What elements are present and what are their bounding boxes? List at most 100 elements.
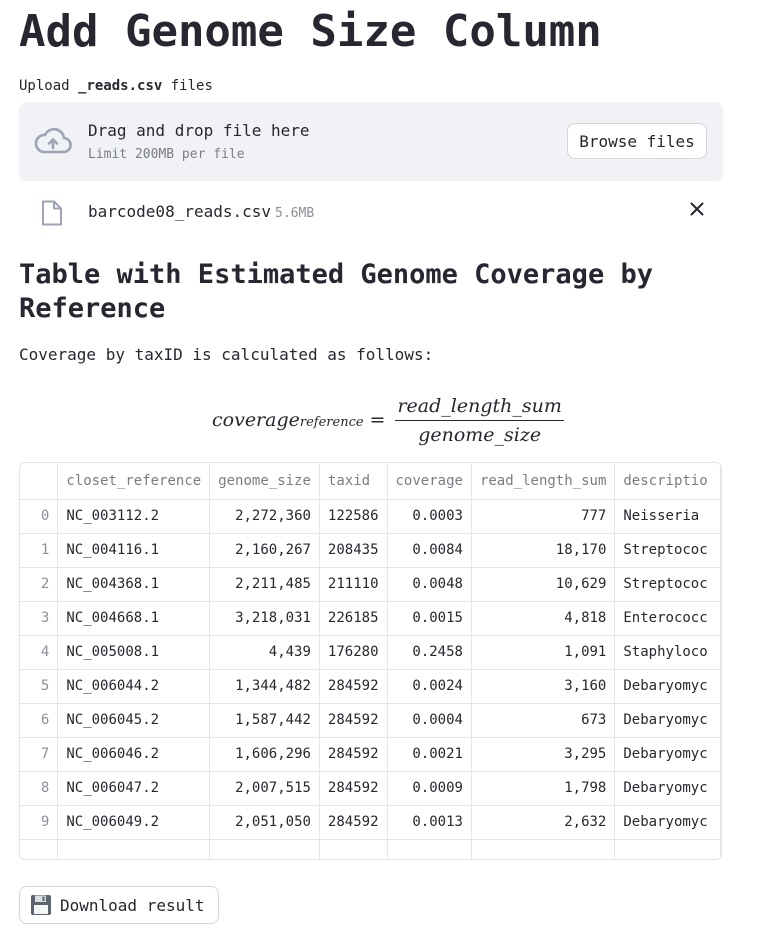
table-cell-coverage[interactable]: 0.0021 [387, 737, 472, 772]
table-cell-coverage[interactable]: 0.0048 [387, 567, 472, 602]
row-index[interactable]: 8 [20, 771, 59, 806]
table-row[interactable]: 5 NC_006044.2 1,344,482 284592 0.0024 3,160 De… [20, 669, 721, 704]
table-cell-taxid[interactable]: 176280 [319, 635, 388, 670]
row-index[interactable]: 3 [20, 601, 59, 636]
table-cell-closet-reference[interactable]: NC_006047.2 [57, 771, 211, 806]
row-index[interactable]: 2 [20, 567, 59, 602]
row-index[interactable]: 5 [20, 669, 59, 704]
table-cell-coverage[interactable]: 0.0004 [387, 703, 472, 738]
table-cell-coverage[interactable]: 0.0013 [387, 805, 472, 840]
table-cell-description[interactable]: Streptococ [614, 567, 721, 602]
table-cell-closet-reference[interactable]: NC_006044.2 [57, 669, 211, 704]
table-cell-read-length-sum[interactable]: 1,798 [471, 771, 616, 806]
table-cell-description[interactable]: Streptococ [614, 533, 721, 568]
table-cell-read-length-sum[interactable]: 10,629 [471, 567, 616, 602]
row-index[interactable]: 9 [20, 805, 59, 840]
table-cell-read-length-sum[interactable]: 1,091 [471, 635, 616, 670]
table-row[interactable]: 2 NC_004368.1 2,211,485 211110 0.0048 10,629 S… [20, 567, 721, 602]
table-cell-coverage[interactable]: 0.2458 [387, 635, 472, 670]
table-cell-closet-reference[interactable]: NC_006049.2 [57, 805, 211, 840]
dropzone-instructions: Drag and drop file here [88, 121, 310, 140]
row-index[interactable]: 6 [20, 703, 59, 738]
table-row[interactable]: 8 NC_006047.2 2,007,515 284592 0.0009 1,798 De… [20, 771, 721, 806]
table-cell-read-length-sum[interactable]: 4,818 [471, 601, 616, 636]
table-cell-genome-size[interactable]: 2,272,360 [209, 499, 320, 534]
table-cell-description[interactable]: Enterococc [614, 601, 721, 636]
table-cell-taxid[interactable]: 122586 [319, 499, 388, 534]
table-cell-description[interactable]: Neisseria [614, 499, 721, 534]
column-header-description[interactable]: descriptio [614, 463, 721, 500]
table-cell-taxid[interactable]: 211110 [319, 567, 388, 602]
table-cell-coverage[interactable]: 0.0084 [387, 533, 472, 568]
download-result-button[interactable]: Download result [19, 886, 219, 924]
close-icon[interactable] [689, 201, 705, 217]
table-cell-read-length-sum[interactable]: 673 [471, 703, 616, 738]
table-row[interactable]: 0 NC_003112.2 2,272,360 122586 0.0003 777 Neis… [20, 499, 721, 534]
table-cell-empty [319, 839, 388, 859]
table-cell-read-length-sum[interactable]: 2,632 [471, 805, 616, 840]
dropzone-limit: Limit 200MB per file [88, 147, 245, 162]
table-row[interactable]: 3 NC_004668.1 3,218,031 226185 0.0015 4,818 En… [20, 601, 721, 636]
table-row[interactable]: 1 NC_004116.1 2,160,267 208435 0.0084 18,170 S… [20, 533, 721, 568]
table-cell-closet-reference[interactable]: NC_004116.1 [57, 533, 211, 568]
table-row[interactable]: 4 NC_005008.1 4,439 176280 0.2458 1,091 Staphy… [20, 635, 721, 670]
table-cell-read-length-sum[interactable]: 3,160 [471, 669, 616, 704]
table-cell-taxid[interactable]: 226185 [319, 601, 388, 636]
table-cell-read-length-sum[interactable]: 3,295 [471, 737, 616, 772]
formula-equals: = [369, 409, 386, 431]
table-cell-description[interactable]: Debaryomyc [614, 805, 721, 840]
table-cell-closet-reference[interactable]: NC_004668.1 [57, 601, 211, 636]
row-index[interactable]: 1 [20, 533, 59, 568]
row-index[interactable]: 7 [20, 737, 59, 772]
uploader-label: Upload _reads.csv files [19, 78, 213, 94]
column-header-taxid[interactable]: taxid [319, 463, 388, 500]
table-cell-genome-size[interactable]: 4,439 [209, 635, 320, 670]
table-cell-genome-size[interactable]: 1,606,296 [209, 737, 320, 772]
table-cell-taxid[interactable]: 284592 [319, 703, 388, 738]
table-cell-read-length-sum[interactable]: 777 [471, 499, 616, 534]
table-cell-closet-reference[interactable]: NC_006046.2 [57, 737, 211, 772]
file-dropzone[interactable]: Drag and drop file here Limit 200MB per … [19, 102, 723, 181]
table-cell-description[interactable]: Debaryomyc [614, 703, 721, 738]
table-cell-closet-reference[interactable]: NC_004368.1 [57, 567, 211, 602]
table-cell-taxid[interactable]: 208435 [319, 533, 388, 568]
coverage-table[interactable]: closet_reference genome_size taxid coverage… [19, 462, 722, 860]
column-header-read-length-sum[interactable]: read_length_sum [471, 463, 616, 500]
table-cell-taxid[interactable]: 284592 [319, 805, 388, 840]
table-cell-coverage[interactable]: 0.0024 [387, 669, 472, 704]
table-cell-genome-size[interactable]: 3,218,031 [209, 601, 320, 636]
row-index[interactable]: 4 [20, 635, 59, 670]
column-header-index[interactable] [20, 463, 59, 500]
column-header-closet-reference[interactable]: closet_reference [57, 463, 211, 500]
table-cell-empty [57, 839, 211, 859]
table-row[interactable]: 9 NC_006049.2 2,051,050 284592 0.0013 2,632 De… [20, 805, 721, 840]
table-row[interactable]: 6 NC_006045.2 1,587,442 284592 0.0004 673 Deba… [20, 703, 721, 738]
column-header-genome-size[interactable]: genome_size [209, 463, 320, 500]
table-cell-genome-size[interactable]: 2,211,485 [209, 567, 320, 602]
table-cell-description[interactable]: Debaryomyc [614, 771, 721, 806]
table-cell-taxid[interactable]: 284592 [319, 669, 388, 704]
column-header-coverage[interactable]: coverage [387, 463, 472, 500]
table-row[interactable]: 7 NC_006046.2 1,606,296 284592 0.0021 3,295 De… [20, 737, 721, 772]
table-cell-genome-size[interactable]: 2,160,267 [209, 533, 320, 568]
table-cell-taxid[interactable]: 284592 [319, 737, 388, 772]
table-cell-genome-size[interactable]: 2,007,515 [209, 771, 320, 806]
table-cell-coverage[interactable]: 0.0003 [387, 499, 472, 534]
table-cell-genome-size[interactable]: 1,344,482 [209, 669, 320, 704]
cloud-upload-icon [34, 127, 72, 154]
row-index[interactable]: 0 [20, 499, 59, 534]
table-cell-description[interactable]: Debaryomyc [614, 669, 721, 704]
browse-files-button[interactable]: Browse files [567, 123, 707, 159]
table-cell-read-length-sum[interactable]: 18,170 [471, 533, 616, 568]
download-result-label: Download result [60, 895, 205, 915]
table-cell-genome-size[interactable]: 1,587,442 [209, 703, 320, 738]
table-cell-description[interactable]: Debaryomyc [614, 737, 721, 772]
table-cell-description[interactable]: Staphyloco [614, 635, 721, 670]
table-cell-coverage[interactable]: 0.0009 [387, 771, 472, 806]
table-cell-closet-reference[interactable]: NC_005008.1 [57, 635, 211, 670]
table-cell-coverage[interactable]: 0.0015 [387, 601, 472, 636]
table-cell-closet-reference[interactable]: NC_003112.2 [57, 499, 211, 534]
table-cell-closet-reference[interactable]: NC_006045.2 [57, 703, 211, 738]
table-cell-genome-size[interactable]: 2,051,050 [209, 805, 320, 840]
table-cell-taxid[interactable]: 284592 [319, 771, 388, 806]
